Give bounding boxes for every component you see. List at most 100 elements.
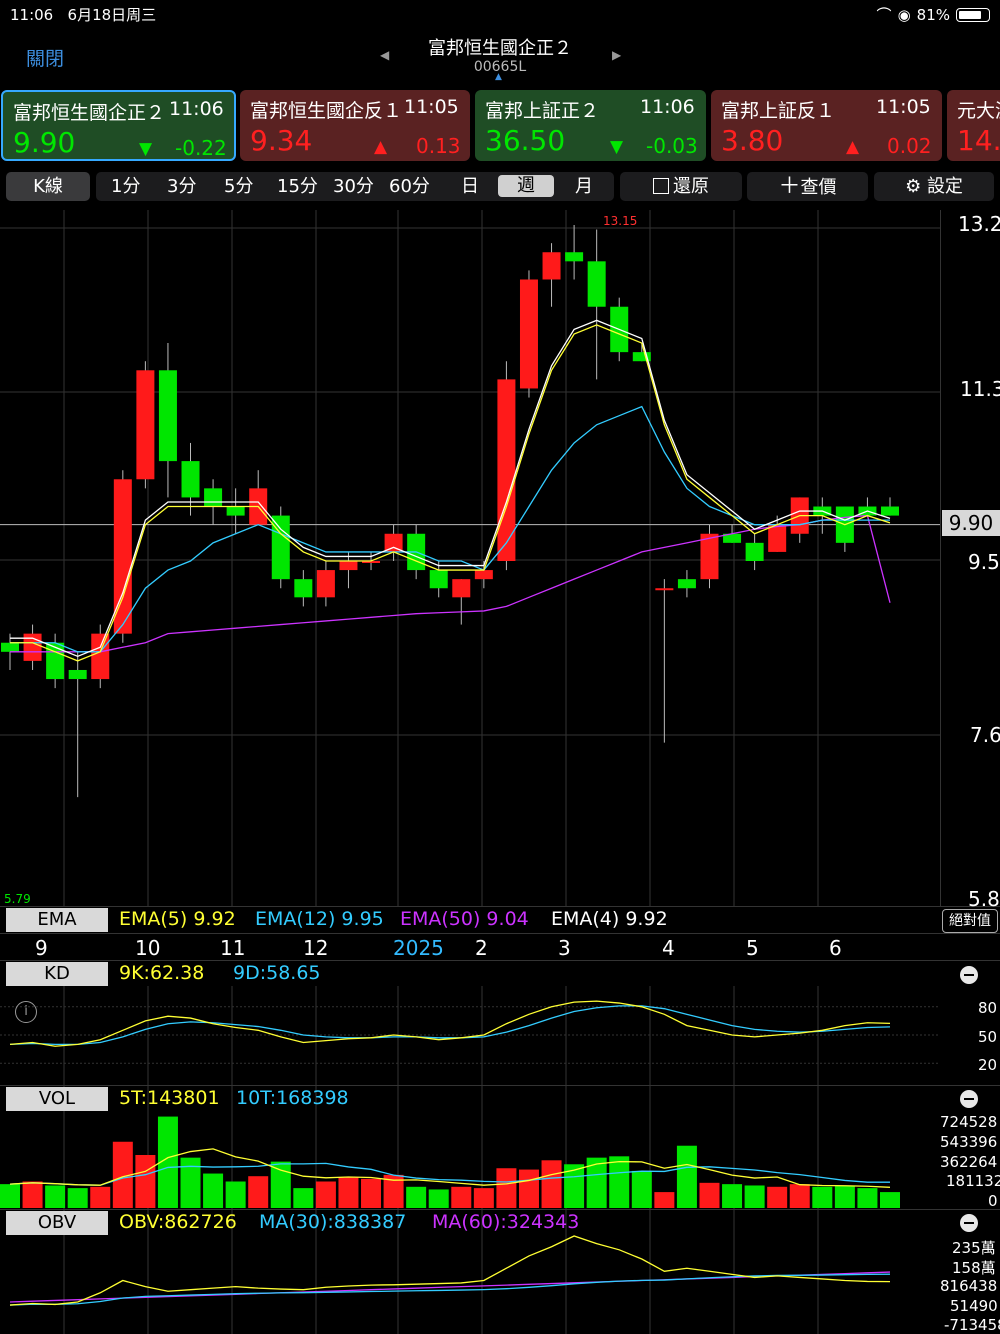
ema-tag[interactable]: EMA bbox=[6, 908, 108, 932]
period-3min[interactable]: 3分 bbox=[167, 172, 196, 201]
vol-tag[interactable]: VOL bbox=[6, 1087, 108, 1111]
candle-body bbox=[542, 252, 561, 280]
x-label-8: 5 bbox=[746, 936, 759, 960]
candle-body bbox=[136, 370, 155, 480]
quote-card-1[interactable]: 富邦恒生國企反１ 11:05 9.34 ▲ 0.13 bbox=[240, 90, 470, 161]
collapse-obv-icon[interactable] bbox=[960, 1214, 978, 1232]
volume-bar bbox=[90, 1186, 111, 1208]
obv-tag[interactable]: OBV bbox=[6, 1211, 108, 1235]
expand-arrow-icon[interactable]: ▲ bbox=[495, 72, 502, 82]
separator-obv bbox=[0, 1209, 1000, 1210]
quote-card-4[interactable]: 元大滬 14.5 bbox=[947, 90, 1000, 161]
quote-card-2[interactable]: 富邦上証正２ 11:06 36.50 ▼ -0.03 bbox=[475, 90, 706, 161]
vol-level-3: 181132 bbox=[946, 1172, 1000, 1190]
period-5min[interactable]: 5分 bbox=[224, 172, 253, 201]
kd-d-value: 9D:58.65 bbox=[233, 962, 321, 984]
high-price-label: 13.15 bbox=[603, 214, 638, 228]
volume-bar bbox=[676, 1145, 697, 1208]
current-price-label: 9.90 bbox=[942, 510, 1000, 536]
candle-body bbox=[700, 533, 719, 580]
period-15min[interactable]: 15分 bbox=[277, 172, 318, 201]
x-label-9: 6 bbox=[829, 936, 842, 960]
candle-body bbox=[158, 370, 177, 462]
volume-bar bbox=[203, 1173, 224, 1208]
obv-line bbox=[9, 1235, 891, 1306]
volume-bar bbox=[857, 1188, 878, 1208]
collapse-kd-icon[interactable] bbox=[960, 966, 978, 984]
kd-level-80: 80 bbox=[978, 999, 998, 1017]
separator-ema bbox=[0, 906, 1000, 907]
volume-bar bbox=[654, 1192, 675, 1208]
kline-button[interactable]: K線 bbox=[6, 172, 90, 201]
volume-bar bbox=[586, 1157, 607, 1208]
period-1min[interactable]: 1分 bbox=[111, 172, 140, 201]
candle-body bbox=[565, 252, 584, 262]
candle-body bbox=[204, 488, 223, 507]
next-arrow-icon[interactable]: ▶ bbox=[612, 48, 621, 62]
y-label-2: 9.5 bbox=[968, 550, 1000, 574]
y-label-3: 7.6 bbox=[970, 723, 1000, 747]
volume-bar bbox=[22, 1181, 43, 1208]
candle-body bbox=[881, 506, 899, 516]
candle-body bbox=[745, 542, 764, 561]
period-60min[interactable]: 60分 bbox=[389, 172, 430, 201]
absolute-value-button[interactable]: 絕對值 bbox=[942, 909, 998, 933]
info-icon[interactable]: i bbox=[15, 1001, 37, 1023]
volume-bar bbox=[496, 1168, 517, 1208]
volume-bar bbox=[45, 1185, 66, 1208]
quote-card-0[interactable]: 富邦恒生國企正２ 11:06 9.90 ▼ -0.22 bbox=[1, 90, 236, 161]
settings-button[interactable]: ⚙ 設定 bbox=[874, 172, 994, 201]
volume-bar bbox=[880, 1192, 900, 1208]
volume-bar bbox=[315, 1181, 336, 1208]
volume-bar bbox=[767, 1186, 788, 1208]
period-30min[interactable]: 30分 bbox=[333, 172, 374, 201]
period-week[interactable]: 週 bbox=[498, 175, 554, 197]
volume-bar bbox=[541, 1160, 562, 1208]
period-day[interactable]: 日 bbox=[461, 172, 479, 201]
candle-body bbox=[271, 515, 290, 580]
kd-tag[interactable]: KD bbox=[6, 962, 108, 986]
vol-level-0: 724528 bbox=[940, 1113, 998, 1131]
candle-body bbox=[181, 461, 200, 498]
ema50-value: EMA(50) 9.04 bbox=[400, 908, 529, 930]
candle-body bbox=[587, 261, 606, 307]
volume-bar bbox=[473, 1188, 494, 1208]
gear-icon: ⚙ bbox=[905, 176, 922, 197]
candle-body bbox=[474, 570, 493, 580]
page-title: 富邦恒生國企正２ bbox=[428, 38, 572, 59]
volume-bar bbox=[518, 1169, 539, 1208]
quote-card-3[interactable]: 富邦上証反１ 11:05 3.80 ▲ 0.02 bbox=[711, 90, 942, 161]
volume-bar bbox=[812, 1186, 833, 1208]
volume-bar bbox=[451, 1186, 472, 1208]
x-label-5: 2 bbox=[475, 936, 488, 960]
candle-body bbox=[68, 669, 87, 680]
quote-price-button[interactable]: ＋查價 bbox=[747, 172, 868, 201]
obv-level-3: 51490 bbox=[950, 1297, 998, 1315]
candle-body bbox=[429, 570, 448, 589]
candle-body bbox=[519, 279, 538, 389]
kd-k-value: 9K:62.38 bbox=[119, 962, 205, 984]
obv-ma30-value: MA(30):838387 bbox=[259, 1211, 407, 1233]
separator-xaxis bbox=[0, 933, 1000, 934]
volume-bar bbox=[631, 1170, 652, 1208]
battery-percent: 81% bbox=[916, 5, 950, 24]
x-label-6: 3 bbox=[558, 936, 571, 960]
candle-body bbox=[768, 524, 787, 552]
candle-body bbox=[316, 570, 335, 598]
obv-level-1: 158萬 bbox=[952, 1259, 996, 1277]
x-label-0: 9 bbox=[35, 936, 48, 960]
restore-button[interactable]: 還原 bbox=[620, 172, 742, 201]
period-month[interactable]: 月 bbox=[575, 172, 593, 201]
checkbox-icon bbox=[653, 178, 669, 194]
wifi-icon: ⌒ bbox=[876, 6, 892, 24]
collapse-vol-icon[interactable] bbox=[960, 1090, 978, 1108]
candle-body bbox=[384, 533, 403, 552]
kline-chart[interactable] bbox=[0, 210, 1000, 1334]
x-label-1: 10 bbox=[135, 936, 161, 960]
toolbar: K線 1分 3分 5分 15分 30分 60分 日 週 月 還原 ＋查價 ⚙ 設… bbox=[0, 170, 1000, 204]
candle-body bbox=[91, 633, 110, 680]
x-label-3: 12 bbox=[303, 936, 329, 960]
candle-body bbox=[113, 479, 132, 634]
kd-k-line bbox=[9, 1000, 891, 1047]
alarm-icon: ◉ bbox=[897, 5, 911, 24]
